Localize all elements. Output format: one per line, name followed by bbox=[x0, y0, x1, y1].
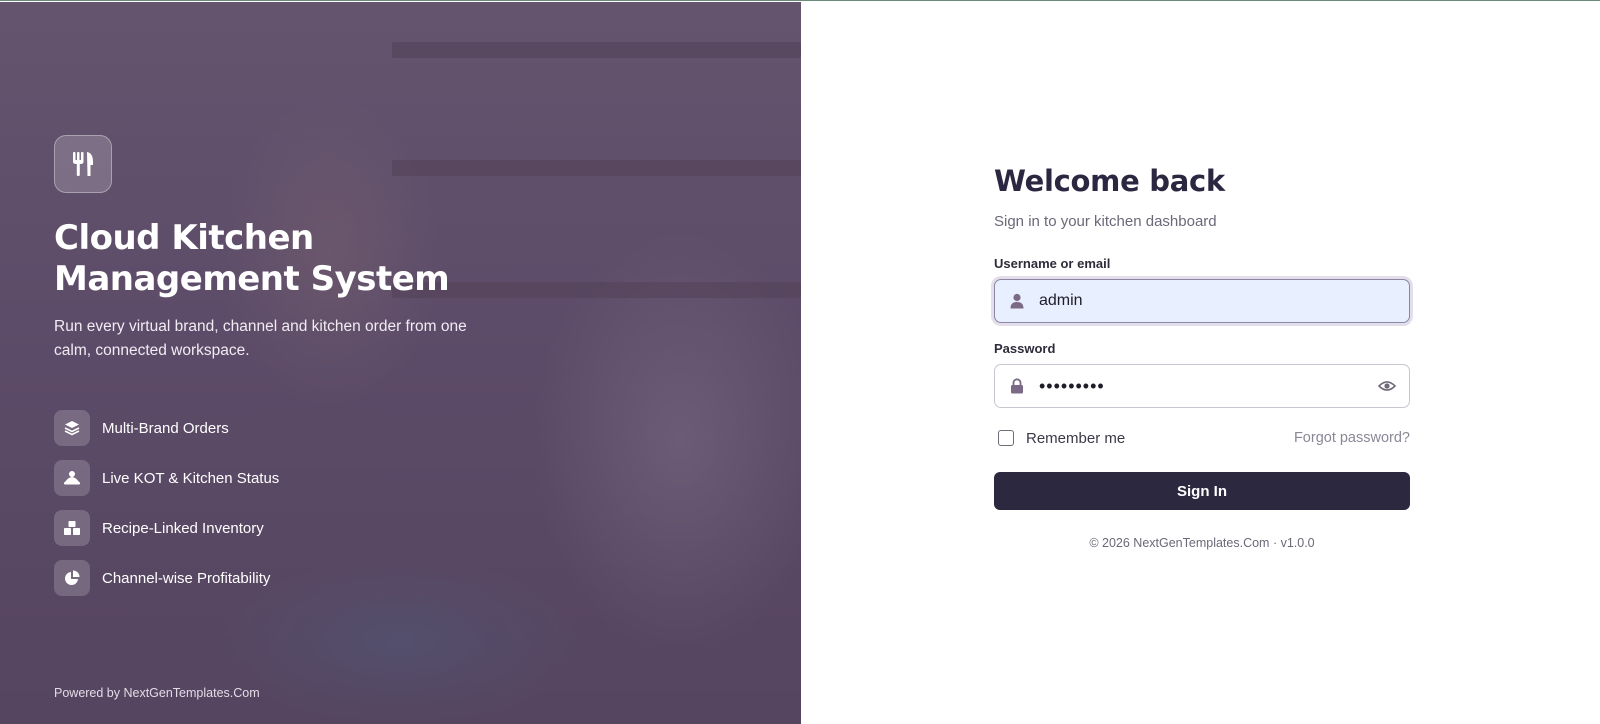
hero-title: Cloud Kitchen Management System bbox=[54, 218, 450, 299]
feature-list: Multi-Brand Orders Live KOT & Kitchen St… bbox=[54, 410, 279, 610]
password-input[interactable] bbox=[1039, 366, 1365, 406]
hero-panel: Cloud Kitchen Management System Run ever… bbox=[0, 2, 801, 724]
lock-icon bbox=[995, 378, 1039, 394]
form-options-row: Remember me Forgot password? bbox=[994, 428, 1410, 448]
remember-me-label: Remember me bbox=[1026, 429, 1126, 447]
pie-chart-icon bbox=[54, 560, 90, 596]
feature-label: Recipe-Linked Inventory bbox=[102, 519, 264, 537]
user-icon bbox=[995, 293, 1039, 309]
password-field-wrapper bbox=[994, 364, 1410, 408]
remember-me-toggle[interactable]: Remember me bbox=[994, 430, 1125, 447]
layers-icon bbox=[54, 410, 90, 446]
login-subtitle: Sign in to your kitchen dashboard bbox=[994, 213, 1217, 230]
copyright-text: © 2026 NextGenTemplates.Com · v1.0.0 bbox=[1089, 536, 1315, 550]
login-page: Cloud Kitchen Management System Run ever… bbox=[0, 0, 1600, 724]
feature-label: Live KOT & Kitchen Status bbox=[102, 469, 280, 487]
kitchen-status-icon bbox=[54, 460, 90, 496]
inventory-boxes-icon bbox=[54, 510, 90, 546]
password-label: Password bbox=[994, 341, 1056, 356]
powered-by: Powered by NextGenTemplates.Com bbox=[54, 686, 260, 700]
feature-item: Multi-Brand Orders bbox=[54, 410, 279, 446]
remember-me-checkbox[interactable] bbox=[998, 430, 1014, 446]
hero-subtitle: Run every virtual brand, channel and kit… bbox=[54, 318, 467, 359]
feature-item: Channel-wise Profitability bbox=[54, 560, 279, 596]
username-field-wrapper bbox=[994, 279, 1410, 323]
feature-label: Multi-Brand Orders bbox=[102, 419, 229, 437]
username-input[interactable] bbox=[1039, 281, 1409, 321]
feature-item: Live KOT & Kitchen Status bbox=[54, 460, 279, 496]
username-label: Username or email bbox=[994, 256, 1111, 271]
sign-in-button[interactable]: Sign In bbox=[994, 472, 1410, 510]
eye-icon[interactable] bbox=[1365, 380, 1409, 392]
brand-logo bbox=[54, 135, 112, 193]
hero-content: Cloud Kitchen Management System Run ever… bbox=[0, 2, 801, 724]
feature-label: Channel-wise Profitability bbox=[102, 569, 271, 587]
feature-item: Recipe-Linked Inventory bbox=[54, 510, 279, 546]
utensils-icon bbox=[73, 152, 93, 176]
login-form: Welcome back Sign in to your kitchen das… bbox=[994, 161, 1410, 550]
forgot-password-link[interactable]: Forgot password? bbox=[1294, 430, 1410, 446]
login-title: Welcome back bbox=[994, 164, 1225, 198]
